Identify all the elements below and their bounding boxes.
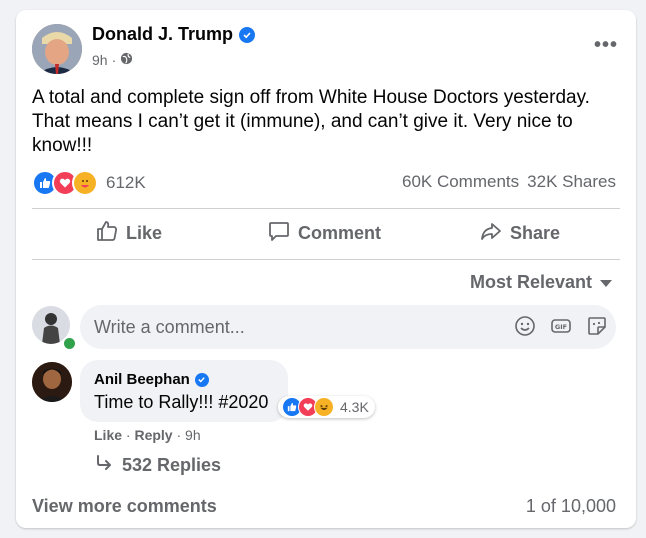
reply-arrow-icon [96, 455, 114, 476]
online-status-indicator [62, 336, 77, 351]
care-reaction-icon [72, 170, 98, 196]
public-globe-icon [120, 52, 133, 68]
comment-label: Comment [298, 223, 382, 243]
comment-pager: 1 of 10,000 [525, 496, 616, 516]
svg-text:GIF: GIF [555, 323, 567, 331]
like-button[interactable]: Like [96, 220, 162, 247]
post-meta: 9h · [92, 52, 133, 68]
like-label: Like [126, 223, 163, 243]
verified-badge-icon [239, 26, 256, 43]
reaction-count[interactable]: 612K [106, 173, 146, 193]
separator-dot: · [176, 427, 186, 443]
divider [32, 208, 620, 209]
comment-sort-dropdown[interactable]: Most Relevant [470, 272, 612, 293]
comment-like-link[interactable]: Like [94, 427, 122, 443]
comment-author-name[interactable]: Anil Beephan [94, 371, 190, 388]
share-arrow-icon [480, 220, 502, 247]
post-reactions[interactable]: 612K [32, 170, 146, 196]
sticker-icon[interactable] [586, 315, 608, 342]
comment-button[interactable]: Comment [268, 220, 381, 247]
post-text: A total and complete sign off from White… [32, 87, 590, 156]
replies-label: 532 Replies [122, 455, 222, 475]
post-author: Donald J. Trump [92, 24, 256, 45]
comment-actions: Like · Reply · 9h [94, 427, 201, 443]
comment-reply-link[interactable]: Reply [134, 427, 172, 443]
thumbs-up-icon [96, 220, 118, 247]
view-more-comments-link[interactable]: View more comments [32, 496, 217, 517]
shares-count[interactable]: 32K Shares [527, 172, 616, 192]
emoji-icon[interactable] [514, 315, 536, 342]
caret-down-icon [600, 272, 612, 293]
comment-reaction-count: 4.3K [340, 399, 369, 415]
share-button[interactable]: Share [480, 220, 560, 247]
author-name[interactable]: Donald J. Trump [92, 24, 233, 45]
haha-reaction-icon [314, 397, 334, 417]
more-options-icon[interactable]: ••• [594, 34, 618, 57]
post-card: Donald J. Trump 9h · ••• A total and com… [16, 10, 636, 528]
divider [32, 259, 620, 260]
gif-icon[interactable]: GIF [550, 315, 572, 342]
comment-author: Anil Beephan [94, 371, 209, 388]
verified-badge-icon [194, 372, 209, 387]
author-avatar[interactable] [32, 24, 82, 74]
comment-text: Time to Rally!!! #2020 [94, 392, 269, 412]
view-replies-button[interactable]: 532 Replies [96, 455, 221, 476]
comment-bubble-icon [268, 220, 290, 247]
sort-label: Most Relevant [469, 272, 592, 292]
share-label: Share [510, 223, 561, 243]
commenter-avatar[interactable] [32, 362, 72, 402]
comment-time[interactable]: 9h [185, 427, 201, 443]
comments-count[interactable]: 60K Comments [402, 172, 519, 192]
post-time[interactable]: 9h [92, 52, 108, 68]
separator-dot: · [111, 52, 117, 68]
comment-reactions[interactable]: 4.3K [278, 396, 375, 418]
engagement-counts: 60K Comments 32K Shares [402, 172, 616, 192]
comment-input-tools: GIF [514, 315, 608, 342]
